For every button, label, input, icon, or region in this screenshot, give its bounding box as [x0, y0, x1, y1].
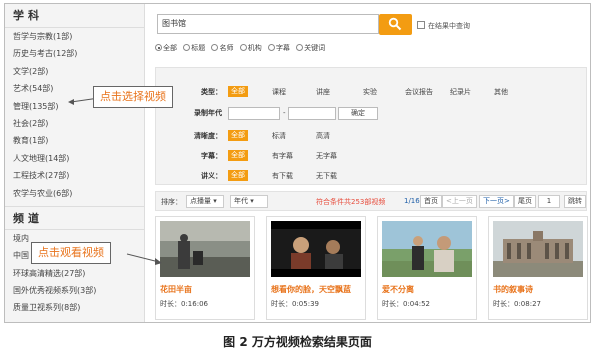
sort-by-year[interactable]: 年代 ▾	[230, 195, 268, 208]
video-duration: 时长：0:08:27	[493, 300, 541, 308]
scope-option-all[interactable]: 全部	[155, 44, 177, 52]
subject-item[interactable]: 人文地理(14部)	[5, 150, 144, 167]
video-title[interactable]: 想看你的脸，天空飘蓝	[271, 284, 351, 295]
filter-row-handout: 讲义： 全部 有下载 无下载	[156, 168, 586, 184]
radio-selected-icon[interactable]	[155, 44, 162, 51]
filter-option-selected[interactable]: 全部	[228, 150, 248, 161]
scope-option-org[interactable]: 机构	[239, 44, 262, 52]
video-card[interactable]: 花田半亩 时长：0:16:06	[155, 216, 255, 320]
filter-row-subtitle: 字幕： 全部 有字幕 无字幕	[156, 148, 586, 164]
video-card[interactable]: 想看你的脸，天空飘蓝 时长：0:05:39	[266, 216, 366, 320]
filter-option[interactable]: 标清	[272, 128, 286, 144]
jump-button[interactable]: 跳转	[564, 195, 586, 208]
video-duration: 时长：0:05:39	[271, 300, 319, 308]
filter-label: 字幕：	[201, 152, 222, 160]
chevron-right-icon: >	[504, 197, 510, 205]
filter-option-selected[interactable]: 全部	[228, 130, 248, 141]
filter-option[interactable]: 会议报告	[405, 84, 433, 100]
main-panel: 图书馆 在结果中查询 全部 标题 名师 机构 字幕 关键词 类型： 全部 课程 …	[151, 4, 590, 322]
filter-option[interactable]: 实验	[363, 84, 377, 100]
filter-option[interactable]: 其他	[494, 84, 508, 100]
video-thumbnail[interactable]	[271, 221, 361, 277]
video-card[interactable]: 书的叙事诗 时长：0:08:27	[488, 216, 588, 320]
checkbox-icon[interactable]	[417, 21, 425, 29]
filter-option[interactable]: 课程	[272, 84, 286, 100]
last-page-button[interactable]: 尾页	[514, 195, 536, 208]
in-result-toggle[interactable]: 在结果中查询	[417, 21, 470, 31]
filter-row-type: 类型： 全部 课程 讲座 实验 会议报告 纪录片 其他	[156, 84, 586, 100]
chevron-down-icon: ▾	[250, 197, 254, 205]
confirm-button[interactable]: 确定	[338, 107, 378, 120]
radio-icon[interactable]	[239, 44, 247, 51]
prev-page-button[interactable]: <上一页	[442, 195, 477, 208]
video-title[interactable]: 书的叙事诗	[493, 284, 533, 295]
radio-icon[interactable]	[211, 44, 219, 51]
year-to-input[interactable]	[288, 107, 336, 120]
search-scope: 全部 标题 名师 机构 字幕 关键词	[155, 43, 329, 53]
filter-option-selected[interactable]: 全部	[228, 86, 248, 97]
subject-item[interactable]: 历史与考古(12部)	[5, 45, 144, 62]
scope-option-title[interactable]: 标题	[183, 44, 205, 52]
video-duration: 时长：0:16:06	[160, 300, 208, 308]
scope-option-subtitle[interactable]: 字幕	[267, 44, 290, 52]
filter-row-clarity: 清晰度： 全部 标清 高清	[156, 128, 586, 144]
next-page-button[interactable]: 下一页>	[479, 195, 514, 208]
year-dash: -	[283, 109, 286, 117]
subject-item[interactable]: 教育(1部)	[5, 132, 144, 149]
filter-label: 清晰度：	[194, 132, 222, 140]
radio-icon[interactable]	[183, 44, 191, 51]
callout-select-video: 点击选择视频	[93, 86, 173, 108]
sidebar: 学科 哲学与宗教(1部) 历史与考古(12部) 文学(2部) 艺术(54部) 管…	[5, 4, 145, 322]
filter-label: 讲义：	[201, 172, 222, 180]
first-page-button[interactable]: 首页	[420, 195, 442, 208]
video-title[interactable]: 花田半亩	[160, 284, 192, 295]
video-grid: 花田半亩 时长：0:16:06 想看你的脸，天空飘蓝 时长：0:05:39 爱不…	[155, 216, 588, 322]
filter-panel: 类型： 全部 课程 讲座 实验 会议报告 纪录片 其他 录制年代 - 确定 清晰…	[155, 67, 587, 185]
subject-item[interactable]: 工程技术(27部)	[5, 167, 144, 184]
filter-option[interactable]: 无下载	[316, 168, 337, 184]
sort-bar: 排序： 点播量 ▾ 年代 ▾ 符合条件共253部视频 1/16 首页 <上一页 …	[155, 191, 587, 211]
figure-caption: 图 2 万方视频检索结果页面	[223, 335, 372, 349]
subject-item[interactable]: 哲学与宗教(1部)	[5, 28, 144, 45]
filter-option[interactable]: 有下载	[272, 168, 293, 184]
callout-watch-video: 点击观看视频	[31, 242, 111, 264]
chevron-down-icon: ▾	[213, 197, 217, 205]
scope-option-keyword[interactable]: 关键词	[296, 44, 325, 52]
search-button[interactable]	[379, 14, 412, 35]
channel-item[interactable]: 环球高清精选(27部)	[5, 265, 144, 282]
year-from-input[interactable]	[228, 107, 280, 120]
filter-option[interactable]: 有字幕	[272, 148, 293, 164]
video-thumbnail[interactable]	[382, 221, 472, 277]
results-count: 符合条件共253部视频	[316, 198, 386, 206]
channel-item[interactable]: 质量卫视系列(8部)	[5, 299, 144, 316]
video-title[interactable]: 爱不分离	[382, 284, 414, 295]
page-info: 1/16	[404, 197, 420, 205]
filter-option[interactable]: 讲座	[316, 84, 330, 100]
radio-icon[interactable]	[267, 44, 275, 51]
in-result-label: 在结果中查询	[428, 22, 470, 30]
sort-label: 排序：	[161, 198, 182, 206]
filter-row-year: 录制年代 - 确定	[156, 105, 586, 121]
page-input[interactable]: 1	[538, 195, 560, 208]
filter-option-selected[interactable]: 全部	[228, 170, 248, 181]
radio-icon[interactable]	[296, 44, 304, 51]
filter-option[interactable]: 纪录片	[450, 84, 471, 100]
filter-option[interactable]: 无字幕	[316, 148, 337, 164]
arrow-icon	[126, 253, 162, 265]
video-duration: 时长：0:04:52	[382, 300, 430, 308]
channel-header: 频道	[5, 205, 144, 230]
video-thumbnail[interactable]	[160, 221, 250, 277]
screenshot-frame: 学科 哲学与宗教(1部) 历史与考古(12部) 文学(2部) 艺术(54部) 管…	[4, 3, 591, 323]
filter-option[interactable]: 高清	[316, 128, 330, 144]
sort-by-plays[interactable]: 点播量 ▾	[186, 195, 224, 208]
subject-item[interactable]: 文学(2部)	[5, 63, 144, 80]
search-input[interactable]: 图书馆	[157, 14, 379, 34]
video-card[interactable]: 爱不分离 时长：0:04:52	[377, 216, 477, 320]
channel-item[interactable]: 国外优秀视频系列(3部)	[5, 282, 144, 299]
subject-header: 学科	[5, 4, 144, 28]
subject-item[interactable]: 农学与农业(6部)	[5, 185, 144, 202]
scope-option-teacher[interactable]: 名师	[211, 44, 233, 52]
search-icon	[388, 17, 402, 31]
video-thumbnail[interactable]	[493, 221, 583, 277]
